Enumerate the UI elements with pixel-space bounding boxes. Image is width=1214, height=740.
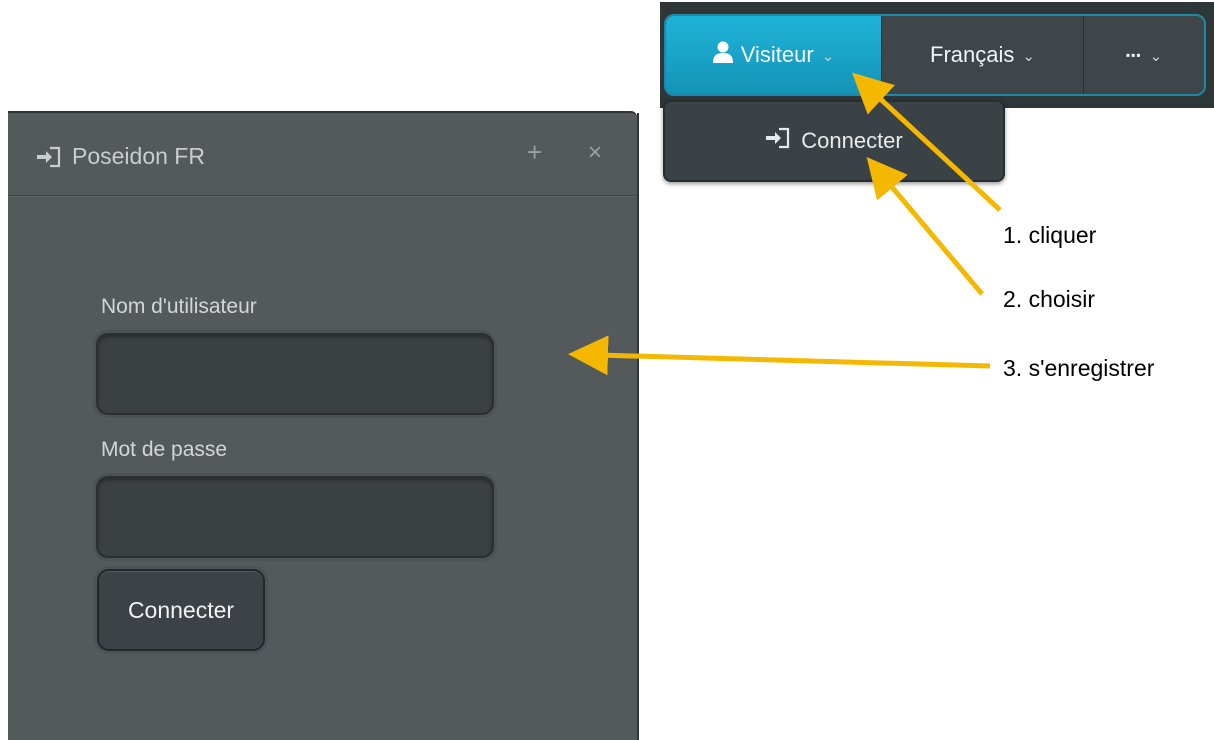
annotation-step1: 1. cliquer bbox=[1003, 222, 1097, 248]
arrow-step3 bbox=[568, 335, 991, 376]
arrow-step2 bbox=[866, 157, 984, 296]
arrow-step1 bbox=[852, 72, 1002, 212]
annotation-step2: 2. choisir bbox=[1003, 286, 1096, 312]
annotation-step3: 3. s'enregistrer bbox=[1003, 355, 1155, 381]
screen: Poseidon FR + × Nom d'utilisateur Mot de… bbox=[0, 0, 1214, 740]
